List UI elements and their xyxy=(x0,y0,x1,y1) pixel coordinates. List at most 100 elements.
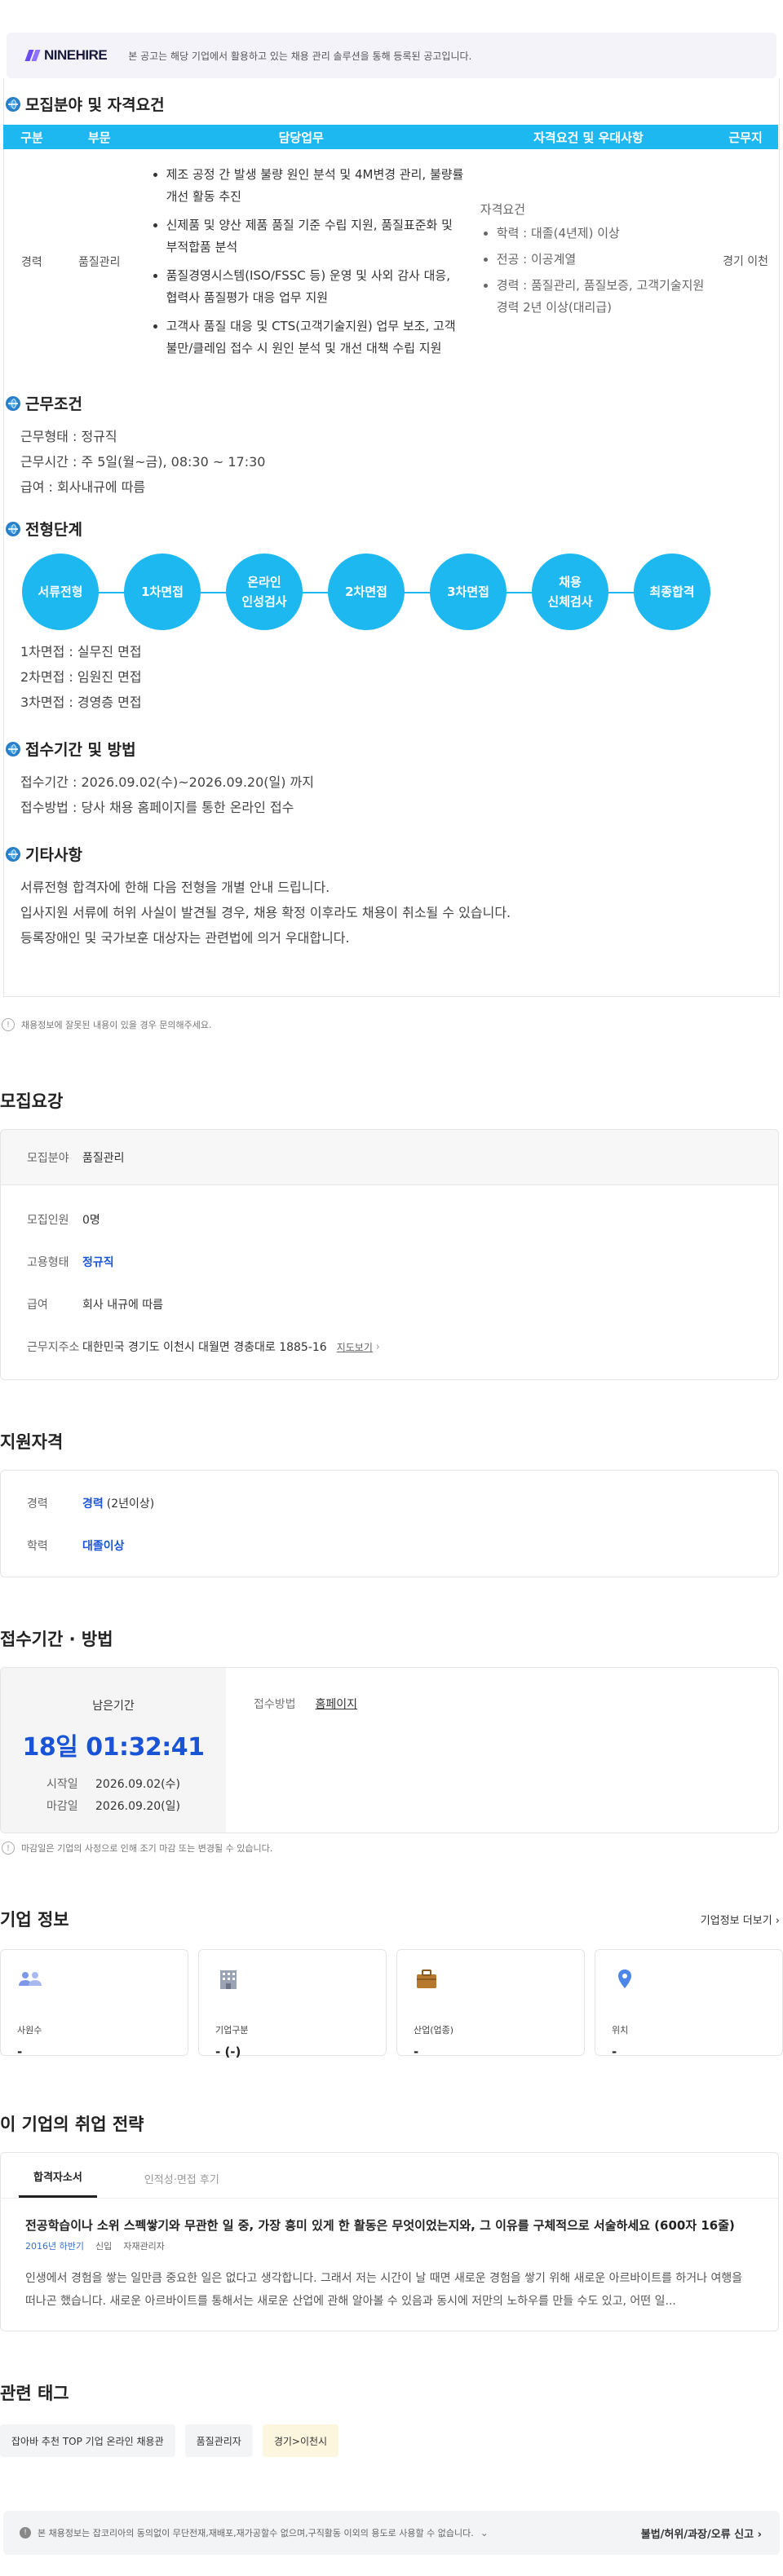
tab-cover-letter[interactable]: 합격자소서 xyxy=(19,2168,97,2198)
globe-icon xyxy=(6,395,20,411)
banner-text: 본 공고는 해당 기업에서 활용하고 있는 채용 관리 솔루션을 통해 등록된 … xyxy=(128,50,472,62)
info-icon: ! xyxy=(2,1018,15,1031)
corp-more-link[interactable]: 기업정보 더보기 › xyxy=(701,1912,780,1927)
summary-field-row: 모집분야 품질관리 xyxy=(1,1130,778,1185)
summary-card: 모집분야 품질관리 모집인원 0명 고용형태 정규직 급여 회사 내규에 따름 근무지… xyxy=(0,1129,779,1380)
report-button[interactable]: 불법/허위/과장/오류 신고 › xyxy=(641,2525,762,2541)
step-circle: 2차면접 xyxy=(328,554,405,630)
deadline-notice: ! 마감일은 기업의 사정으로 인해 조기 마감 또는 변경될 수 있습니다. xyxy=(0,1833,783,1855)
qualification-title: 지원자격 xyxy=(0,1432,64,1452)
apply-card: 남은기간 18일 01:32:41 시작일 2026.09.02(수) 마감일 20… xyxy=(0,1667,779,1833)
step-desc-line: 2차면접 : 임원진 면접 xyxy=(20,669,142,685)
corp-title: 기업 정보 xyxy=(0,1910,69,1930)
solution-banner: NINEHIRE 본 공고는 해당 기업에서 활용하고 있는 채용 관리 솔루션… xyxy=(7,33,776,78)
qual-item: 경력 : 품질관리, 품질보증, 고객기술지원 경력 2년 이상(대리급) xyxy=(497,275,713,319)
homepage-link[interactable]: 홈페이지 xyxy=(316,1696,358,1833)
corp-card-industry: 산업(업종) - xyxy=(396,1949,585,2059)
corp-cards: 사원수 - 기업구분 - (-) 산업(업종) - 위치 - xyxy=(0,1949,783,2059)
cell-bumun: 품질관리 xyxy=(77,256,121,269)
cell-gubun: 경력 xyxy=(21,256,42,269)
ninehire-logo: NINEHIRE xyxy=(24,47,108,64)
period-list: 접수기간 : 2026.09.02(수)~2026.09.20(일) 까지 접수… xyxy=(4,770,779,820)
step-circle: 채용 신체검사 xyxy=(532,554,608,630)
strategy-title: 이 기업의 취업 전략 xyxy=(0,2115,144,2134)
ninehire-logo-icon xyxy=(24,50,41,61)
info-icon: ! xyxy=(20,2527,31,2539)
remaining-time: 18일 01:32:41 xyxy=(22,1733,205,1762)
people-icon xyxy=(19,1972,42,1986)
section-title-field: 모집분야 및 자격요건 xyxy=(4,78,779,125)
tag-list: 잡아바 추천 TOP 기업 온라인 채용관 품질관리자 경기>이천시 xyxy=(0,2424,783,2457)
step-desc-line: 1차면접 : 실무진 면접 xyxy=(20,644,142,659)
etc-list: 서류전형 합격자에 한해 다음 전형을 개별 안내 드립니다. 입사지원 서류에… xyxy=(4,875,779,951)
th-duty: 담당업무 xyxy=(138,125,464,149)
briefcase-icon xyxy=(417,1969,436,1988)
etc-line: 입사지원 서류에 허위 사실이 발견될 경우, 채용 확정 이후라도 채용이 취… xyxy=(20,905,511,920)
section-title-steps: 전형단계 xyxy=(4,500,779,549)
qualification-card: 경력 경력 (2년이상) 학력 대졸이상 xyxy=(0,1470,779,1577)
duty-item: 품질경영시스템(ISO/FSSC 등) 운영 및 사외 감사 대응, 협력사 품… xyxy=(166,265,464,309)
duty-item: 고객사 품질 대응 및 CTS(고객기술지원) 업무 보조, 고객 불만/클레임… xyxy=(166,315,464,359)
step-desc-line: 3차면접 : 경영층 면접 xyxy=(20,695,142,710)
step-circle: 1차면접 xyxy=(124,554,201,630)
summary-title: 모집요강 xyxy=(0,1092,64,1111)
copyright-notice: ! 본 채용정보는 잡코리아의 동의없이 무단전재,재배포,재가공할수 없으며,… xyxy=(3,2511,780,2555)
step-circle: 3차면접 xyxy=(430,554,507,630)
globe-icon xyxy=(6,741,20,756)
strategy-content[interactable]: 전공학습이나 소위 스펙쌓기와 무관한 일 중, 가장 흥미 있게 한 활동은 … xyxy=(1,2199,778,2331)
tab-interview-review[interactable]: 인적성·면접 후기 xyxy=(130,2171,234,2198)
step-circle: 최종합격 xyxy=(634,554,710,630)
globe-icon xyxy=(6,96,20,112)
chevron-right-icon: › xyxy=(757,2528,762,2541)
summary-row: 모집인원 0명 xyxy=(27,1214,100,1227)
apply-title: 접수기간 · 방법 xyxy=(0,1630,113,1649)
tag-item[interactable]: 품질관리자 xyxy=(184,2424,253,2457)
cell-duties: 제조 공정 간 발생 불량 원인 분석 및 4M변경 관리, 불량률 개선 활동… xyxy=(139,149,464,374)
strategy-card: 합격자소서 인적성·면접 후기 전공학습이나 소위 스펙쌓기와 무관한 일 중,… xyxy=(0,2152,779,2331)
tag-item[interactable]: 경기>이천시 xyxy=(262,2424,339,2457)
qual-item: 전공 : 이공계열 xyxy=(497,249,713,271)
job-detail-content: 모집분야 및 자격요건 구분 부문 담당업무 자격요건 및 우대사항 근무지 경… xyxy=(3,78,780,997)
duty-item: 신제품 및 양산 제품 품질 기준 수립 지원, 품질표준화 및 부적합품 분석 xyxy=(166,214,464,258)
cell-qualifications: 자격요건 학력 : 대졸(4년제) 이상 전공 : 이공계열 경력 : 품질관리… xyxy=(464,149,713,374)
globe-icon xyxy=(6,846,20,862)
map-link[interactable]: 지도보기 xyxy=(337,1340,373,1354)
chevron-down-icon[interactable]: ⌄ xyxy=(480,2527,489,2539)
condition-line: 근무시간 : 주 5일(월~금), 08:30 ~ 17:30 xyxy=(20,454,266,470)
duty-item: 제조 공정 간 발생 불량 원인 분석 및 4M변경 관리, 불량률 개선 활동… xyxy=(166,164,464,208)
qual-item: 학력 : 대졸(4년제) 이상 xyxy=(497,223,713,245)
table-row: 경력 품질관리 제조 공정 간 발생 불량 원인 분석 및 4M변경 관리, 불… xyxy=(3,149,778,374)
strategy-question[interactable]: 전공학습이나 소위 스펙쌓기와 무관한 일 중, 가장 흥미 있게 한 활동은 … xyxy=(25,2217,754,2234)
apply-method: 접수방법 홈페이지 xyxy=(226,1668,357,1833)
location-pin-icon xyxy=(618,1969,631,1988)
th-work: 근무지 xyxy=(713,125,778,149)
requirements-table: 구분 부문 담당업무 자격요건 및 우대사항 근무지 경력 품질관리 제조 공정… xyxy=(3,125,778,374)
building-icon xyxy=(220,1970,237,1989)
etc-line: 서류전형 합격자에 한해 다음 전형을 개별 안내 드립니다. xyxy=(20,880,330,895)
steps-description: 1차면접 : 실무진 면접 2차면접 : 임원진 면접 3차면접 : 경영층 면… xyxy=(4,639,779,715)
th-qual: 자격요건 및 우대사항 xyxy=(463,125,714,149)
report-notice: ! 채용정보에 잘못된 내용이 있을 경우 문의해주세요. xyxy=(0,997,783,1031)
section-title-etc: 기타사항 xyxy=(4,820,779,875)
step-circle: 온라인 인성검사 xyxy=(226,554,303,630)
th-bumun: 부문 xyxy=(60,125,139,149)
chevron-right-icon: › xyxy=(775,1914,780,1927)
tags-title: 관련 태그 xyxy=(0,2384,69,2403)
tag-item[interactable]: 잡아바 추천 TOP 기업 온라인 채용관 xyxy=(0,2424,175,2457)
corp-card-employees: 사원수 - xyxy=(0,1949,188,2059)
strategy-answer: 인생에서 경험을 쌓는 일만큼 중요한 일은 없다고 생각합니다. 그래서 저는… xyxy=(25,2272,743,2308)
condition-line: 급여 : 회사내규에 따름 xyxy=(20,479,146,495)
section-title-conditions: 근무조건 xyxy=(4,374,779,424)
education-row: 학력 대졸이상 xyxy=(27,1540,125,1553)
corp-card-type: 기업구분 - (-) xyxy=(198,1949,387,2059)
condition-line: 근무형태 : 정규직 xyxy=(20,429,117,444)
period-line: 접수방법 : 당사 채용 홈페이지를 통한 온라인 접수 xyxy=(20,800,294,815)
conditions-list: 근무형태 : 정규직 근무시간 : 주 5일(월~금), 08:30 ~ 17:… xyxy=(4,424,779,500)
summary-row: 근무지주소 대한민국 경기도 이천시 대월면 경충대로 1885-16 지도보기 › xyxy=(27,1340,380,1354)
qual-heading: 자격요건 xyxy=(480,202,525,217)
chevron-right-icon: › xyxy=(375,1341,380,1352)
step-circle: 서류전형 xyxy=(22,554,99,630)
remaining-panel: 남은기간 18일 01:32:41 시작일 2026.09.02(수) 마감일 20… xyxy=(1,1668,226,1833)
period-line: 접수기간 : 2026.09.02(수)~2026.09.20(일) 까지 xyxy=(20,774,315,790)
section-title-period: 접수기간 및 방법 xyxy=(4,715,779,770)
